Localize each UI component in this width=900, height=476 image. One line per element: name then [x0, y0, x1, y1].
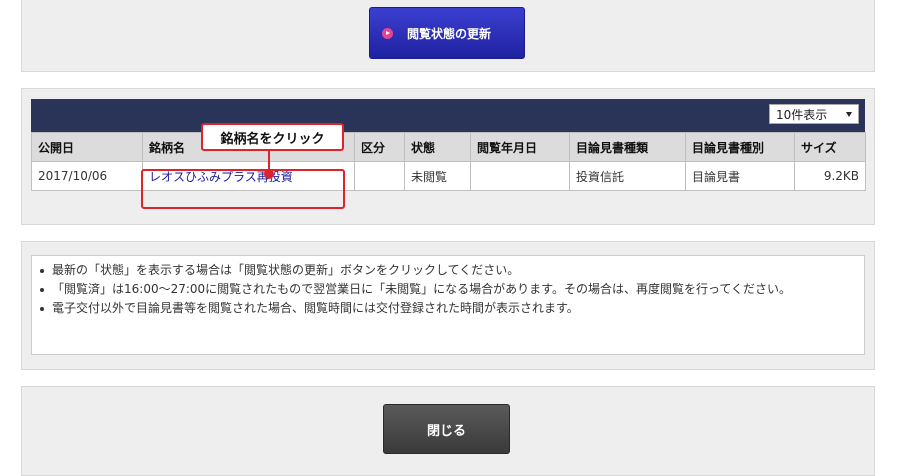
table-header-row: 公開日 銘柄名 区分 状態 閲覧年月日 目論見書種類 目論見書種別 サイズ [31, 132, 866, 162]
display-count-select[interactable]: 10件表示 [769, 104, 859, 124]
callout-pointer-dot [264, 169, 274, 179]
note-item: 最新の「状態」を表示する場合は「閲覧状態の更新」ボタンをクリックしてください。 [38, 261, 856, 280]
document-list-panel: 10件表示 公開日 銘柄名 区分 状態 閲覧年月日 目論見書種類 目論見書種別 [21, 88, 875, 225]
column-header-doc-type: 目論見書種類 [569, 132, 686, 162]
display-count-value: 10件表示 [776, 107, 828, 122]
column-header-size: サイズ [794, 132, 866, 162]
column-header-date: 公開日 [31, 132, 143, 162]
cell-viewed-date [470, 161, 570, 191]
cell-doc-type: 投資信託 [569, 161, 686, 191]
cell-doc-kind: 目論見書 [685, 161, 795, 191]
cell-date: 2017/10/06 [31, 161, 143, 191]
note-item: 電子交付以外で目論見書等を閲覧された場合、閲覧時間には交付登録された時間が表示さ… [38, 299, 856, 318]
table-header-bar: 10件表示 [31, 99, 865, 132]
update-button-label: 閲覧状態の更新 [407, 26, 492, 41]
note-item: 「閲覧済」は16:00〜27:00に閲覧されたもので翌営業日に「未閲覧」になる場… [38, 280, 856, 299]
close-button[interactable]: 閉じる [383, 404, 510, 454]
play-circle-icon [382, 27, 393, 39]
cell-status: 未閲覧 [404, 161, 471, 191]
cell-division [354, 161, 405, 191]
update-view-status-button[interactable]: 閲覧状態の更新 [369, 7, 525, 59]
close-panel: 閉じる [21, 386, 875, 476]
column-header-doc-kind: 目論見書種別 [685, 132, 795, 162]
chevron-down-icon [846, 111, 852, 117]
notes-list: 最新の「状態」を表示する場合は「閲覧状態の更新」ボタンをクリックしてください。 … [38, 261, 856, 318]
column-header-viewed-date: 閲覧年月日 [470, 132, 570, 162]
column-header-division: 区分 [354, 132, 405, 162]
update-panel: 閲覧状態の更新 [21, 0, 875, 72]
cell-name: レオスひふみプラス再投資 [142, 161, 355, 191]
cell-size: 9.2KB [794, 161, 866, 191]
table-row: 2017/10/06 レオスひふみプラス再投資 未閲覧 投資信託 目論見書 9.… [31, 161, 866, 191]
notes-box: 最新の「状態」を表示する場合は「閲覧状態の更新」ボタンをクリックしてください。 … [31, 255, 865, 355]
click-instruction-callout: 銘柄名をクリック [201, 123, 344, 151]
document-table: 公開日 銘柄名 区分 状態 閲覧年月日 目論見書種類 目論見書種別 サイズ 20… [31, 132, 866, 191]
column-header-status: 状態 [404, 132, 471, 162]
notes-panel: 最新の「状態」を表示する場合は「閲覧状態の更新」ボタンをクリックしてください。 … [21, 241, 875, 370]
